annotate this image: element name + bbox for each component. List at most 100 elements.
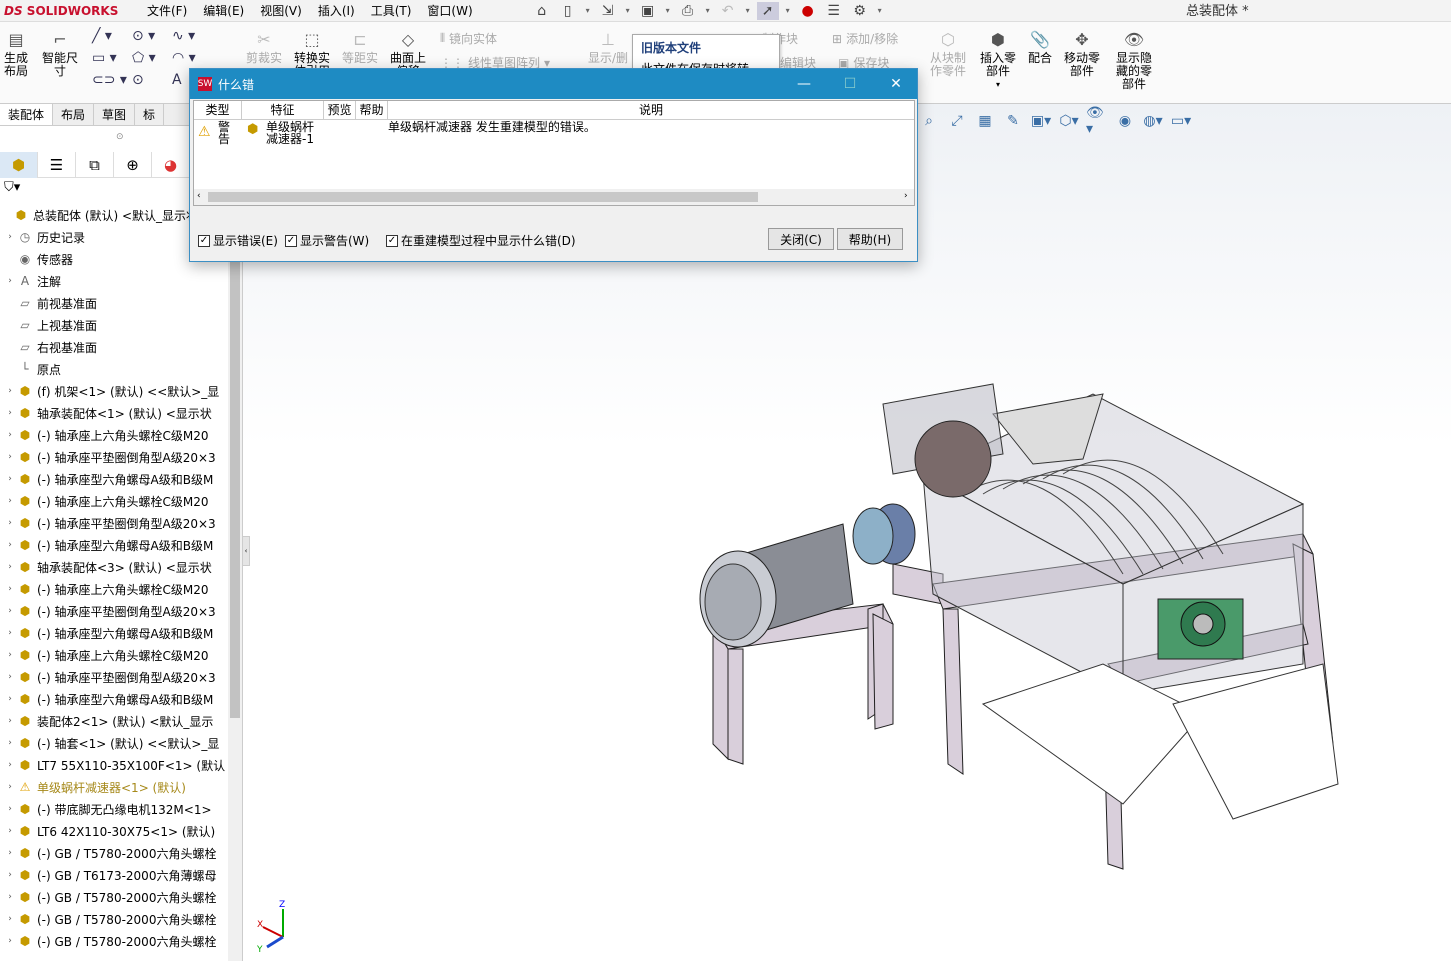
expand-arrow-icon[interactable]: › bbox=[4, 496, 16, 506]
undo-icon[interactable]: ↶ bbox=[717, 2, 739, 20]
display-manager-tab-icon[interactable]: ◕ bbox=[152, 152, 190, 178]
menu-item[interactable]: 视图(V) bbox=[252, 2, 310, 19]
tree-item[interactable]: › ⬢ (-) 轴承座上六角头螺栓C级M20 bbox=[0, 490, 228, 512]
hscroll-thumb[interactable] bbox=[208, 192, 758, 202]
expand-arrow-icon[interactable]: › bbox=[4, 386, 16, 396]
filter-icon[interactable]: ⛉▾ bbox=[4, 180, 20, 195]
tab-item[interactable]: 标 bbox=[135, 104, 165, 125]
show-during-rebuild-checkbox[interactable]: ✓ 在重建模型过程中显示什么错(D) bbox=[386, 232, 576, 249]
circle-icon[interactable]: ⊙ ▾ bbox=[132, 28, 172, 44]
expand-arrow-icon[interactable]: › bbox=[4, 452, 16, 462]
chevron-down-icon[interactable]: ▾ bbox=[583, 6, 593, 15]
panel-splitter-handle[interactable]: ‹ bbox=[242, 536, 250, 566]
point-icon[interactable]: ⊙ bbox=[132, 72, 172, 88]
scene-icon[interactable]: ◍▾ bbox=[1142, 111, 1164, 131]
tree-item[interactable]: › A 注解 bbox=[0, 270, 228, 292]
tree-item[interactable]: › ⬢ (-) 轴承座型六角螺母A级和B级M bbox=[0, 468, 228, 490]
expand-arrow-icon[interactable]: › bbox=[4, 518, 16, 528]
view-orientation-icon[interactable]: ▣▾ bbox=[1030, 111, 1052, 131]
expand-arrow-icon[interactable]: › bbox=[4, 562, 16, 572]
menu-item[interactable]: 窗口(W) bbox=[419, 2, 480, 19]
add-remove-block-button[interactable]: ⊞ 添加/移除 bbox=[832, 30, 898, 47]
expand-arrow-icon[interactable]: › bbox=[4, 826, 16, 836]
smart-dimension-button[interactable]: ⌐ 智能尺 寸 bbox=[42, 28, 78, 78]
arc-icon[interactable]: ◠ ▾ bbox=[172, 50, 212, 66]
expand-arrow-icon[interactable]: › bbox=[4, 782, 16, 792]
expand-arrow-icon[interactable]: › bbox=[4, 716, 16, 726]
tab-item[interactable]: 草图 bbox=[94, 104, 136, 125]
maximize-icon[interactable]: ☐ bbox=[827, 69, 873, 99]
trim-entities-button[interactable]: ✂ 剪裁实 bbox=[246, 28, 282, 65]
insert-component-button[interactable]: ⬢ 插入零 部件 ▾ bbox=[980, 28, 1016, 91]
tree-item[interactable]: › ⬢ (-) 轴承座上六角头螺栓C级M20 bbox=[0, 424, 228, 446]
property-manager-tab-icon[interactable]: ☰ bbox=[38, 152, 76, 178]
section-view-icon[interactable]: ▦ bbox=[974, 111, 996, 131]
hide-show-items-icon[interactable]: 👁▾ bbox=[1086, 105, 1108, 137]
dimxpert-tab-icon[interactable]: ⊕ bbox=[114, 152, 152, 178]
col-help-header[interactable]: 帮助 bbox=[356, 101, 388, 120]
chevron-down-icon[interactable]: ▾ bbox=[663, 6, 673, 15]
menu-item[interactable]: 文件(F) bbox=[139, 2, 195, 19]
show-delete-relations-button[interactable]: ⊥ 显示/删 bbox=[588, 28, 628, 65]
tree-item[interactable]: › ⬢ (f) 机架<1> (默认) <<默认>_显 bbox=[0, 380, 228, 402]
scroll-right-icon[interactable]: › bbox=[904, 191, 908, 201]
spline-icon[interactable]: ∿ ▾ bbox=[172, 28, 212, 44]
menu-item[interactable]: 编辑(E) bbox=[195, 2, 252, 19]
expand-arrow-icon[interactable]: › bbox=[4, 760, 16, 770]
tree-item[interactable]: › ⬢ (-) GB / T5780-2000六角头螺栓 bbox=[0, 930, 228, 952]
chevron-down-icon[interactable]: ▾ bbox=[743, 6, 753, 15]
tree-item[interactable]: › ⬢ (-) 轴承座平垫圈倒角型A级20×3 bbox=[0, 600, 228, 622]
show-hidden-components-button[interactable]: 👁 显示隐 藏的零 部件 bbox=[1116, 28, 1152, 91]
file-properties-icon[interactable]: ☰ bbox=[823, 2, 845, 20]
generate-layout-button[interactable]: ▤ 生成 布局 bbox=[4, 28, 28, 78]
tree-item[interactable]: › ⬢ (-) 轴承座上六角头螺栓C级M20 bbox=[0, 578, 228, 600]
traffic-light-icon[interactable]: ● bbox=[797, 2, 819, 20]
help-button[interactable]: 帮助(H) bbox=[837, 228, 903, 250]
zoom-to-fit-icon[interactable]: ⌕ bbox=[918, 111, 940, 131]
edit-appearance-icon[interactable]: ◉ bbox=[1114, 111, 1136, 131]
tree-item[interactable]: › ⬢ (-) 轴承座型六角螺母A级和B级M bbox=[0, 688, 228, 710]
tree-item[interactable]: › ⬢ LT7 55X110-35X100F<1> (默认 bbox=[0, 754, 228, 776]
tree-scrollbar[interactable] bbox=[228, 148, 242, 961]
polygon-icon[interactable]: ⬠ ▾ bbox=[132, 50, 172, 66]
chevron-down-icon[interactable]: ▾ bbox=[875, 6, 885, 15]
show-warnings-checkbox[interactable]: ✓ 显示警告(W) bbox=[285, 232, 369, 249]
expand-arrow-icon[interactable]: › bbox=[4, 628, 16, 638]
chevron-down-icon[interactable]: ▾ bbox=[623, 6, 633, 15]
expand-arrow-icon[interactable]: › bbox=[4, 848, 16, 858]
slot-icon[interactable]: ⊂⊃ ▾ bbox=[92, 72, 132, 88]
feature-manager-tab-icon[interactable]: ⬢ bbox=[0, 152, 38, 178]
tree-item[interactable]: › ⬢ (-) GB / T5780-2000六角头螺栓 bbox=[0, 842, 228, 864]
expand-arrow-icon[interactable]: › bbox=[4, 584, 16, 594]
expand-arrow-icon[interactable]: › bbox=[4, 694, 16, 704]
expand-arrow-icon[interactable]: › bbox=[4, 870, 16, 880]
expand-arrow-icon[interactable]: › bbox=[4, 650, 16, 660]
menu-item[interactable]: 插入(I) bbox=[310, 2, 363, 19]
tree-item[interactable]: › ⚠ 单级蜗杆减速器<1> (默认) bbox=[0, 776, 228, 798]
expand-arrow-icon[interactable]: › bbox=[4, 914, 16, 924]
tree-item[interactable]: › ⬢ (-) 轴承座平垫圈倒角型A级20×3 bbox=[0, 666, 228, 688]
mirror-entities-button[interactable]: ⫴ 镜向实体 bbox=[440, 30, 497, 47]
zoom-area-icon[interactable]: ⤢ bbox=[946, 111, 968, 131]
gear-icon[interactable]: ⚙ bbox=[849, 2, 871, 20]
tree-item[interactable]: ▱ 前视基准面 bbox=[0, 292, 228, 314]
select-cursor-icon[interactable]: ➚ bbox=[756, 1, 779, 20]
new-document-icon[interactable]: ▯ bbox=[557, 2, 579, 20]
rectangle-icon[interactable]: ▭ ▾ bbox=[92, 50, 132, 66]
print-icon[interactable]: ⎙ bbox=[677, 2, 699, 20]
tree-item[interactable]: └ 原点 bbox=[0, 358, 228, 380]
chevron-down-icon[interactable]: ▾ bbox=[783, 6, 793, 15]
dynamic-annotation-icon[interactable]: ✎ bbox=[1002, 111, 1024, 131]
tree-item[interactable]: › ⬢ 轴承装配体<3> (默认) <显示状 bbox=[0, 556, 228, 578]
move-component-button[interactable]: ✥ 移动零 部件 bbox=[1064, 28, 1100, 78]
expand-arrow-icon[interactable]: › bbox=[4, 232, 16, 242]
tree-item[interactable]: › ⬢ (-) 轴承座型六角螺母A级和B级M bbox=[0, 622, 228, 644]
view-settings-icon[interactable]: ▭▾ bbox=[1170, 111, 1192, 131]
col-description-header[interactable]: 说明 bbox=[388, 101, 914, 120]
expand-arrow-icon[interactable]: › bbox=[4, 540, 16, 550]
close-icon[interactable]: ✕ bbox=[873, 69, 919, 99]
tree-item[interactable]: › ⬢ (-) GB / T5780-2000六角头螺栓 bbox=[0, 908, 228, 930]
col-type-header[interactable]: 类型 bbox=[194, 101, 242, 120]
show-errors-checkbox[interactable]: ✓ 显示错误(E) bbox=[198, 232, 278, 249]
tree-item[interactable]: › ⬢ (-) 轴承座型六角螺母A级和B级M bbox=[0, 534, 228, 556]
